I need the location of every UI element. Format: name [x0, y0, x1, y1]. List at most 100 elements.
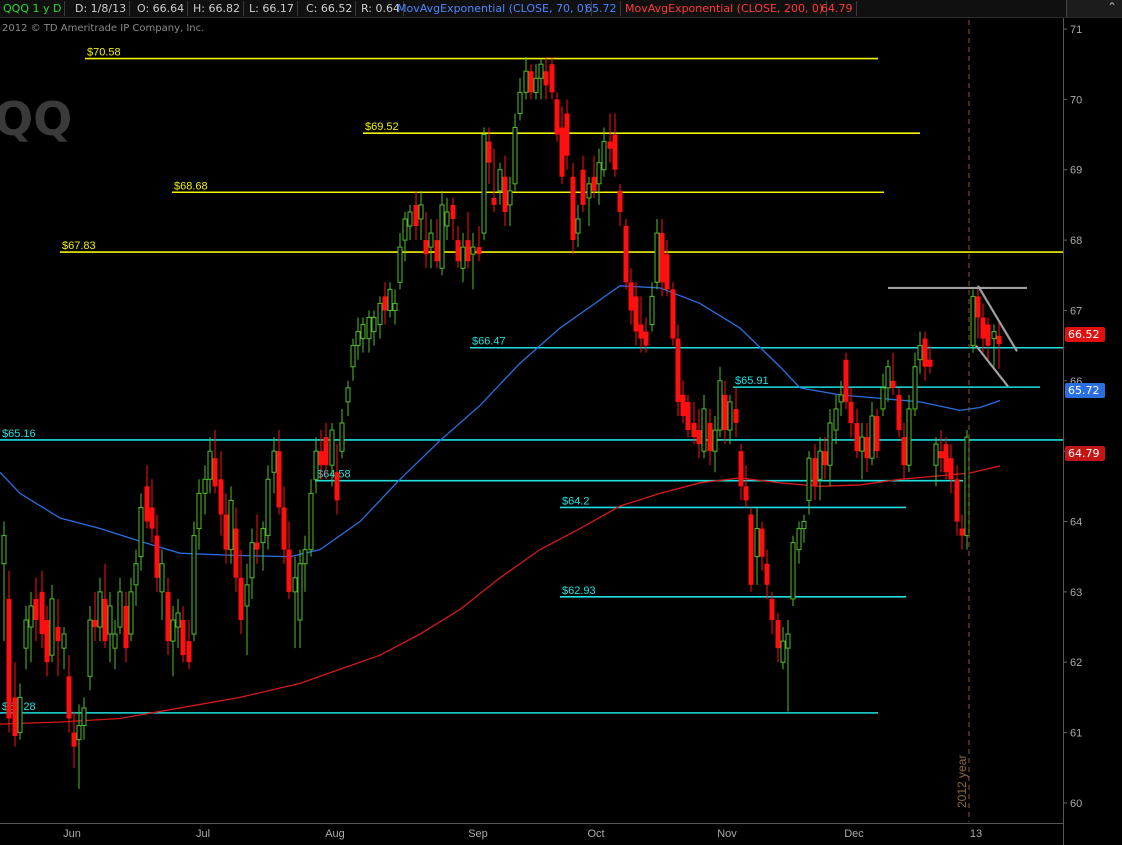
candle: [497, 162, 503, 205]
candle: [607, 113, 613, 163]
candle-body: [607, 141, 613, 149]
x-tick-label: Jun: [63, 828, 81, 840]
candle-body: [843, 359, 849, 402]
candle-body: [838, 394, 844, 403]
candle: [371, 310, 377, 346]
candle: [633, 282, 639, 346]
candle-body: [165, 591, 171, 642]
candle: [165, 577, 171, 656]
candle: [538, 58, 544, 100]
candle: [701, 394, 707, 459]
candle: [382, 282, 388, 325]
y-tick-label: 70: [1070, 94, 1082, 106]
candle-body: [444, 211, 450, 227]
candle: [507, 176, 513, 227]
candle-body: [465, 240, 471, 262]
candle: [696, 408, 702, 459]
candle: [144, 465, 150, 529]
x-tick-label: Aug: [325, 828, 345, 840]
candle-body: [407, 211, 413, 227]
candle-body: [470, 246, 476, 255]
candle: [512, 113, 518, 191]
candle: [759, 521, 765, 571]
candle: [912, 352, 918, 416]
candle-body: [476, 247, 482, 255]
candle: [896, 387, 902, 438]
candle: [743, 465, 749, 508]
candle-body: [538, 63, 544, 79]
y-tick-label: 67: [1070, 305, 1082, 317]
candle: [754, 507, 760, 585]
candle-body: [748, 514, 754, 585]
candle-body: [827, 422, 833, 466]
ma70-price-tag: 65.72: [1065, 383, 1105, 398]
candle-body: [743, 486, 749, 501]
candle: [17, 683, 23, 740]
candle-body: [948, 458, 954, 480]
candle: [880, 373, 886, 416]
candle: [397, 233, 403, 290]
candle-body: [591, 176, 597, 191]
candle: [796, 521, 802, 564]
x-tick-label: Nov: [717, 828, 737, 840]
candle-body: [754, 528, 760, 558]
candle: [387, 282, 393, 318]
candle-body: [434, 240, 440, 262]
candle-body: [418, 204, 424, 220]
candle-body: [675, 338, 681, 402]
candle-body: [112, 633, 118, 649]
candle-body: [1, 535, 7, 565]
candle: [707, 408, 713, 466]
candle-body: [917, 345, 923, 361]
candle-body: [596, 162, 602, 185]
candle: [785, 620, 791, 712]
candle-body: [138, 506, 144, 558]
candle: [123, 591, 129, 663]
candle-body: [159, 563, 165, 593]
candle-body: [97, 591, 103, 628]
candle: [654, 218, 660, 290]
candle-body: [55, 627, 61, 642]
candle: [281, 486, 287, 564]
candle-body: [564, 113, 570, 156]
candle: [806, 451, 812, 515]
candle-body: [512, 127, 518, 185]
candle-body: [491, 197, 497, 205]
level-label: $62.93: [562, 585, 596, 597]
candle: [975, 289, 981, 339]
candle-body: [643, 331, 649, 346]
candle: [102, 563, 108, 649]
candles: [1, 57, 1002, 789]
candle: [801, 514, 807, 543]
candle: [780, 627, 786, 670]
candlestick-chart[interactable]: $70.58 $69.52 $68.68 $67.83 $66.47 $65.91 $65…: [0, 0, 1122, 845]
candle-body: [801, 521, 807, 530]
candle: [76, 704, 82, 789]
candle: [764, 549, 770, 599]
candle-body: [533, 77, 539, 93]
trendlines[interactable]: [888, 285, 1027, 388]
candle: [649, 282, 655, 332]
candle-body: [654, 232, 660, 283]
y-tick-label: 64: [1070, 517, 1082, 529]
candle-body: [329, 429, 335, 466]
candle: [418, 190, 424, 241]
candle: [586, 176, 592, 227]
candle-body: [796, 528, 802, 551]
candle: [308, 479, 314, 557]
candle: [833, 394, 839, 445]
level-label: $64.58: [317, 469, 351, 481]
candle: [218, 451, 224, 536]
candle-body: [790, 542, 796, 600]
candle: [186, 620, 192, 670]
candle: [985, 317, 991, 360]
candle: [691, 401, 697, 445]
candle: [97, 577, 103, 642]
candle: [207, 437, 213, 494]
candle-body: [612, 134, 618, 170]
candle: [859, 423, 865, 480]
candle: [670, 282, 676, 346]
candle-body: [822, 451, 828, 466]
candle-body: [170, 619, 176, 642]
y-tick-label: 71: [1070, 24, 1082, 36]
